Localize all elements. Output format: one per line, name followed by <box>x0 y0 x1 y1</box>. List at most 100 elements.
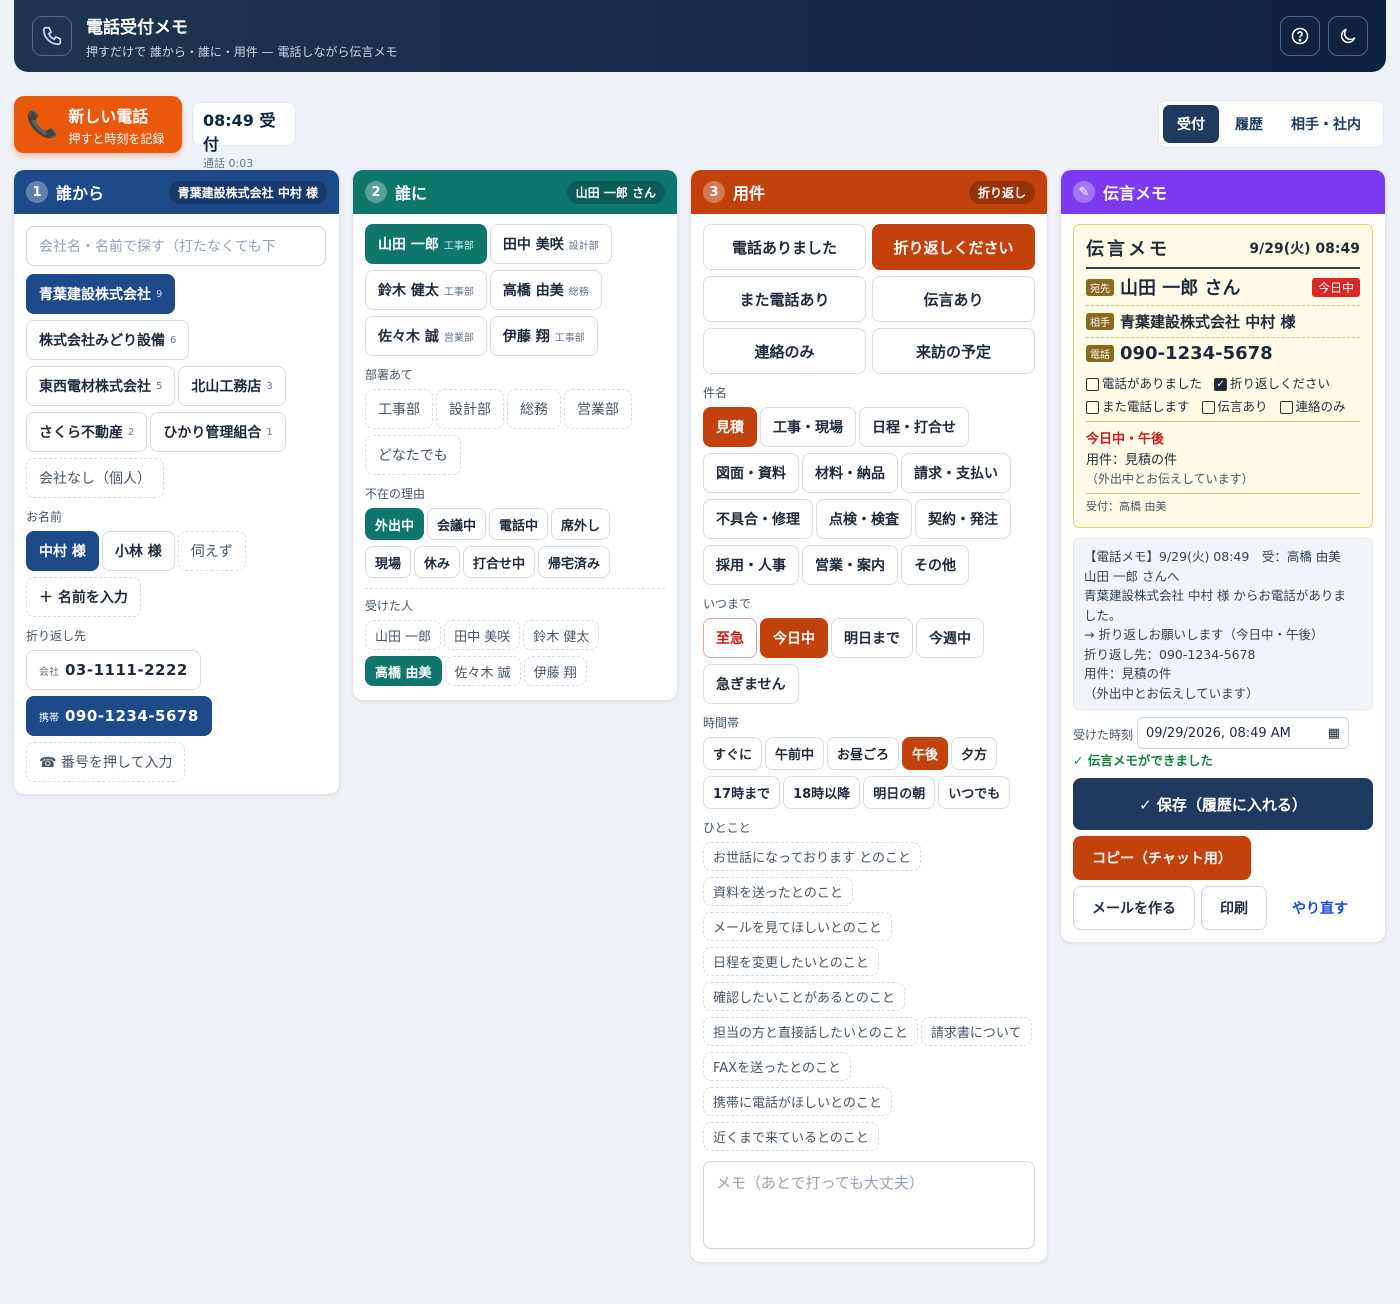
new-call-button[interactable]: 📞 新しい電話 押すと時刻を記録 <box>14 96 182 153</box>
note-chip[interactable]: 請求書について <box>920 1017 1032 1046</box>
name-chip[interactable]: 中村 様 <box>26 531 99 571</box>
note-chip[interactable]: 近くまで来ているとのこと <box>703 1122 879 1151</box>
dial-input-button[interactable]: ☎ 番号を押して入力 <box>26 742 186 782</box>
no-company-chip[interactable]: 会社なし（個人） <box>26 458 164 498</box>
tab-reception[interactable]: 受付 <box>1163 105 1219 143</box>
time-chip[interactable]: 夕方 <box>951 737 998 770</box>
action-chip[interactable]: 連絡のみ <box>703 328 866 374</box>
dept-chip[interactable]: 工事部 <box>365 389 433 429</box>
tab-history[interactable]: 履歴 <box>1223 105 1275 143</box>
memo-checkbox[interactable]: 連絡のみ <box>1279 399 1352 414</box>
absence-chip[interactable]: 帰宅済み <box>538 546 611 578</box>
due-chip[interactable]: 今週中 <box>916 618 984 658</box>
time-chip[interactable]: 17時まで <box>703 776 781 809</box>
mobile-number-chip[interactable]: 携帯 090-1234-5678 <box>26 696 212 736</box>
memo-textarea[interactable]: メモ（あとで打っても大丈夫） <box>703 1161 1035 1249</box>
add-name-button[interactable]: ＋ 名前を入力 <box>26 577 141 617</box>
memo-checkbox[interactable]: また電話します <box>1086 399 1196 414</box>
subject-chip[interactable]: 不具合・修理 <box>703 499 813 539</box>
subject-chip[interactable]: 請求・支払い <box>901 453 1011 493</box>
subject-chip[interactable]: 点検・検査 <box>816 499 912 539</box>
help-icon[interactable] <box>1280 16 1320 56</box>
person-chip[interactable]: 伊藤 翔工事部 <box>489 316 598 356</box>
person-chip[interactable]: 佐々木 誠営業部 <box>365 316 487 356</box>
receiver-chip[interactable]: 田中 美咲 <box>444 620 521 650</box>
action-chip[interactable]: また電話あり <box>703 276 866 322</box>
absence-chip[interactable]: 外出中 <box>365 508 425 540</box>
company-chip[interactable]: 東西電材株式会社 5 <box>26 366 176 406</box>
receiver-chip[interactable]: 高橋 由美 <box>365 656 442 686</box>
person-chip[interactable]: 鈴木 健太 工事部 <box>365 270 487 310</box>
subject-chip[interactable]: 図面・資料 <box>703 453 799 493</box>
note-chip[interactable]: 日程を変更したいとのこと <box>703 947 879 976</box>
memo-checkbox[interactable]: 電話がありました <box>1086 376 1208 391</box>
time-chip[interactable]: すぐに <box>703 737 763 770</box>
subject-chip[interactable]: 工事・現場 <box>760 407 856 447</box>
person-chip[interactable]: 高橋 由美 総務 <box>489 270 602 310</box>
dept-chip[interactable]: 設計部 <box>436 389 504 429</box>
action-chip[interactable]: 電話ありました <box>703 224 866 270</box>
save-button[interactable]: ✓ 保存（履歴に入れる） <box>1073 778 1373 830</box>
absence-chip[interactable]: 電話中 <box>489 508 549 540</box>
person-chip[interactable]: 田中 美咲 設計部 <box>489 224 612 264</box>
office-number-chip[interactable]: 会社 03-1111-2222 <box>26 650 201 690</box>
print-button[interactable]: 印刷 <box>1201 886 1267 930</box>
note-chip[interactable]: 資料を送ったとのこと <box>703 877 853 906</box>
subject-chip[interactable]: 契約・発注 <box>915 499 1011 539</box>
time-chip[interactable]: 午後 <box>902 737 949 770</box>
absence-chip[interactable]: 現場 <box>365 546 412 578</box>
action-chip[interactable]: 伝言あり <box>872 276 1035 322</box>
time-chip[interactable]: 明日の朝 <box>863 776 936 809</box>
subject-chip[interactable]: 営業・案内 <box>802 545 898 585</box>
dept-chip[interactable]: 総務 <box>507 389 561 429</box>
unknown-name-chip[interactable]: 伺えず <box>177 531 246 571</box>
subject-chip[interactable]: 日程・打合せ <box>859 407 969 447</box>
name-chip[interactable]: 小林 様 <box>101 531 175 571</box>
time-received-input[interactable]: 09/29/2026, 08:49 AM ▦ <box>1137 717 1349 749</box>
note-chip[interactable]: お世話になっております とのこと <box>703 842 921 871</box>
subject-chip[interactable]: その他 <box>901 545 969 585</box>
note-chip[interactable]: FAXを送ったとのこと <box>703 1052 851 1081</box>
subject-chip[interactable]: 見積 <box>703 407 757 447</box>
company-chip[interactable]: 北山工務店 3 <box>178 366 286 406</box>
due-chip[interactable]: 至急 <box>703 618 757 658</box>
company-chip[interactable]: 青葉建設株式会社 9 <box>26 274 176 314</box>
mail-button[interactable]: メールを作る <box>1073 886 1195 930</box>
absence-chip[interactable]: 打合せ中 <box>463 546 536 578</box>
note-chip[interactable]: 確認したいことがあるとのこと <box>703 982 905 1011</box>
redo-button[interactable]: やり直す <box>1278 886 1362 930</box>
time-chip[interactable]: いつでも <box>938 776 1011 809</box>
action-chip[interactable]: 来訪の予定 <box>872 328 1035 374</box>
tab-contacts[interactable]: 相手・社内 <box>1279 105 1373 143</box>
copy-button[interactable]: コピー（チャット用） <box>1073 836 1251 880</box>
absence-chip[interactable]: 席外し <box>551 508 611 540</box>
company-chip[interactable]: 株式会社みどり設備 6 <box>26 320 190 360</box>
company-chip[interactable]: ひかり管理組合 1 <box>150 412 286 452</box>
time-chip[interactable]: 18時以降 <box>783 776 861 809</box>
receiver-chip[interactable]: 伊藤 翔 <box>523 656 587 686</box>
note-chip[interactable]: 携帯に電話がほしいとのこと <box>703 1087 892 1116</box>
subject-chip[interactable]: 採用・人事 <box>703 545 799 585</box>
dept-chip[interactable]: 営業部 <box>564 389 632 429</box>
due-chip[interactable]: 明日まで <box>831 618 913 658</box>
note-chip[interactable]: 担当の方と直接話したいとのこと <box>703 1017 918 1046</box>
action-chip[interactable]: 折り返しください <box>872 224 1035 270</box>
time-chip[interactable]: 午前中 <box>765 737 825 770</box>
memo-checkbox[interactable]: 伝言あり <box>1201 399 1274 414</box>
memo-checkbox[interactable]: ✓ 折り返しください <box>1214 376 1336 391</box>
receiver-chip[interactable]: 鈴木 健太 <box>523 620 600 650</box>
time-chip[interactable]: お昼ごろ <box>827 737 900 770</box>
dept-chip[interactable]: どなたでも <box>365 435 461 475</box>
note-chip[interactable]: メールを見てほしいとのこと <box>703 912 892 941</box>
dark-mode-icon[interactable] <box>1328 16 1368 56</box>
due-chip[interactable]: 急ぎません <box>703 664 799 704</box>
receiver-chip[interactable]: 佐々木 誠 <box>444 656 521 686</box>
subject-chip[interactable]: 材料・納品 <box>802 453 898 493</box>
receiver-chip[interactable]: 山田 一郎 <box>365 620 442 650</box>
due-chip[interactable]: 今日中 <box>760 618 828 658</box>
company-chip[interactable]: さくら不動産 2 <box>26 412 148 452</box>
absence-chip[interactable]: 会議中 <box>427 508 487 540</box>
company-search-input[interactable]: 会社名・名前で探す（打たなくても下 <box>26 226 326 266</box>
absence-chip[interactable]: 休み <box>414 546 461 578</box>
person-chip[interactable]: 山田 一郎 工事部 <box>365 224 487 264</box>
